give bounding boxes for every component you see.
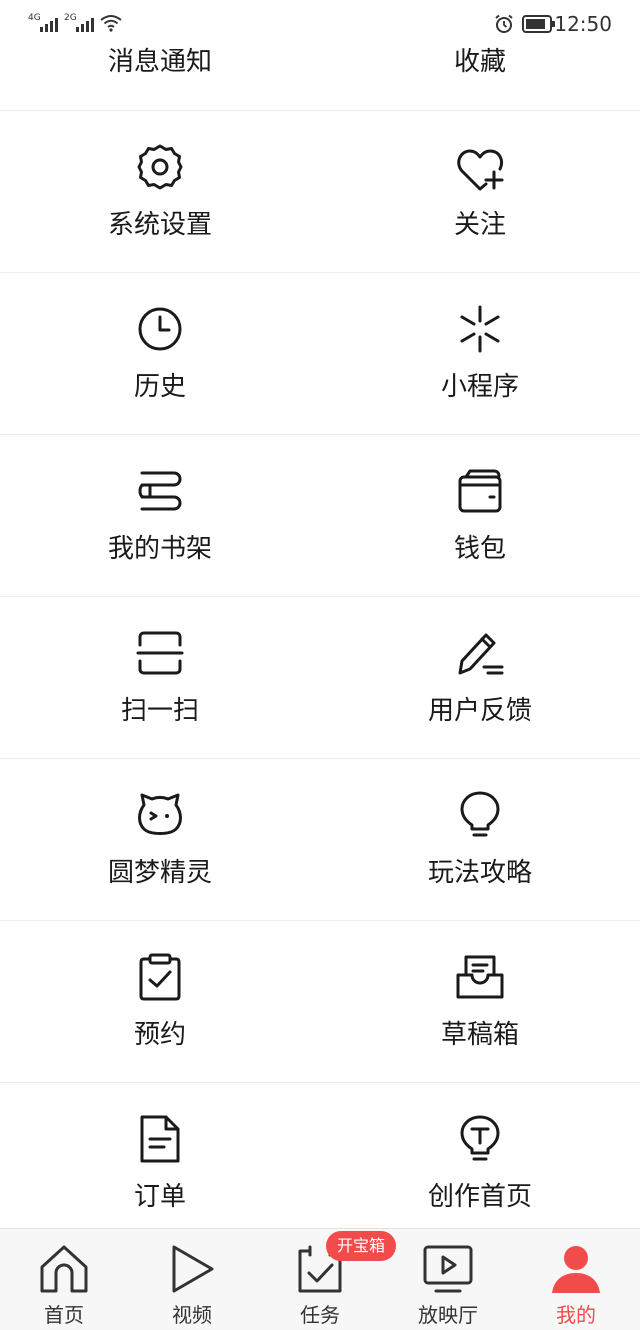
grid-item-guide[interactable]: 玩法攻略 <box>320 759 640 920</box>
lightbulb-icon <box>456 791 504 839</box>
grid-item-label: 历史 <box>133 372 186 402</box>
grid-item-mini-program[interactable]: 小程序 <box>320 273 640 434</box>
grid-item-creator-home[interactable]: 创作首页 <box>320 1083 640 1228</box>
nav-item-label: 任务 <box>300 1303 340 1327</box>
treasure-box-badge[interactable]: 开宝箱 <box>326 1231 396 1261</box>
inbox-icon <box>456 953 504 1001</box>
grid-item-dream-sprite[interactable]: 圆梦精灵 <box>0 759 320 920</box>
bottom-nav: 首页 视频 任务 放映厅 我的 <box>0 1228 640 1330</box>
nav-item-cinema[interactable]: 放映厅 <box>384 1229 512 1330</box>
grid-item-messages[interactable]: 消息通知 <box>0 46 320 110</box>
grid-item-label: 收藏 <box>453 47 506 77</box>
sprite-face-icon <box>136 791 184 839</box>
nav-item-mine[interactable]: 我的 <box>512 1229 640 1330</box>
grid-item-label: 订单 <box>133 1182 186 1212</box>
clock-icon <box>136 305 184 353</box>
grid-item-label: 圆梦精灵 <box>107 858 212 888</box>
grid-item-label: 关注 <box>453 210 506 240</box>
grid-item-orders[interactable]: 订单 <box>0 1083 320 1228</box>
grid-item-label: 我的书架 <box>107 534 212 564</box>
menu-grid: 消息通知 收藏 系统设置 关注 历史 小程序 我的书架 钱包 扫一扫 用户反馈 … <box>0 0 640 1228</box>
nav-item-video[interactable]: 视频 <box>128 1229 256 1330</box>
grid-item-label: 创作首页 <box>427 1182 532 1212</box>
scan-icon <box>136 629 184 677</box>
bulb-t-icon <box>456 1115 504 1163</box>
grid-item-reservation[interactable]: 预约 <box>0 921 320 1082</box>
grid-item-history[interactable]: 历史 <box>0 273 320 434</box>
nav-item-label: 视频 <box>172 1303 212 1327</box>
home-icon <box>38 1243 90 1295</box>
grid-item-label: 草稿箱 <box>440 1020 519 1050</box>
grid-item-label: 钱包 <box>453 534 506 564</box>
grid-item-feedback[interactable]: 用户反馈 <box>320 597 640 758</box>
mini-program-icon <box>456 305 504 353</box>
grid-item-label: 扫一扫 <box>120 696 199 726</box>
grid-item-bookshelf[interactable]: 我的书架 <box>0 435 320 596</box>
clipboard-check-icon <box>136 953 184 1001</box>
grid-item-follow[interactable]: 关注 <box>320 111 640 272</box>
grid-item-label: 预约 <box>133 1020 186 1050</box>
grid-item-scan[interactable]: 扫一扫 <box>0 597 320 758</box>
nav-item-label: 我的 <box>556 1303 596 1327</box>
document-icon <box>136 1115 184 1163</box>
grid-item-label: 消息通知 <box>107 47 212 77</box>
grid-item-label: 用户反馈 <box>427 696 532 726</box>
heart-plus-icon <box>456 143 504 191</box>
grid-item-drafts[interactable]: 草稿箱 <box>320 921 640 1082</box>
bookshelf-icon <box>136 467 184 515</box>
wallet-icon <box>456 467 504 515</box>
grid-item-label: 玩法攻略 <box>427 858 532 888</box>
grid-item-label: 系统设置 <box>107 210 212 240</box>
grid-item-label: 小程序 <box>440 372 519 402</box>
grid-item-favorites[interactable]: 收藏 <box>320 46 640 110</box>
screen-icon <box>422 1243 474 1295</box>
nav-item-label: 放映厅 <box>418 1303 478 1327</box>
nav-item-home[interactable]: 首页 <box>0 1229 128 1330</box>
play-icon <box>166 1243 218 1295</box>
pencil-feedback-icon <box>456 629 504 677</box>
grid-item-settings[interactable]: 系统设置 <box>0 111 320 272</box>
user-icon <box>550 1243 602 1295</box>
grid-item-wallet[interactable]: 钱包 <box>320 435 640 596</box>
gear-icon <box>136 143 184 191</box>
nav-item-label: 首页 <box>44 1303 84 1327</box>
